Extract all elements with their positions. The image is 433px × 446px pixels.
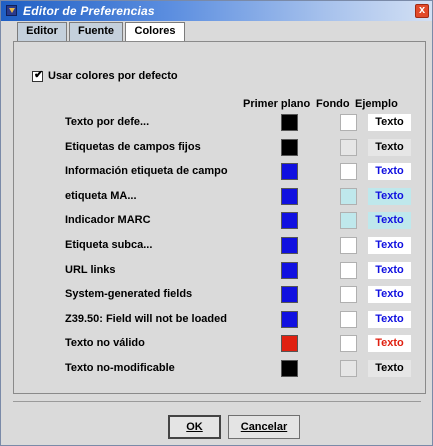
foreground-color-swatch[interactable] (281, 311, 298, 328)
background-color-swatch[interactable] (340, 139, 357, 156)
tab-fuente[interactable]: Fuente (69, 22, 123, 41)
example-text: Texto (368, 237, 411, 254)
color-row-label: Texto por defe... (65, 116, 150, 128)
foreground-color-swatch[interactable] (281, 163, 298, 180)
tab-colores[interactable]: Colores (125, 22, 185, 42)
preferences-dialog: Editor de Preferencias x Editor Fuente C… (0, 0, 433, 446)
example-text: Texto (368, 335, 411, 352)
foreground-color-swatch[interactable] (281, 188, 298, 205)
example-text: Texto (368, 360, 411, 377)
foreground-color-swatch[interactable] (281, 335, 298, 352)
foreground-color-swatch[interactable] (281, 139, 298, 156)
background-color-swatch[interactable] (340, 262, 357, 279)
background-color-swatch[interactable] (340, 163, 357, 180)
foreground-color-swatch[interactable] (281, 212, 298, 229)
example-text: Texto (368, 311, 411, 328)
title-bar[interactable]: Editor de Preferencias x (1, 1, 432, 21)
ok-button[interactable]: OK (168, 415, 221, 439)
example-text: Texto (368, 188, 411, 205)
foreground-color-swatch[interactable] (281, 237, 298, 254)
background-color-swatch[interactable] (340, 212, 357, 229)
tab-editor[interactable]: Editor (17, 22, 67, 41)
color-row-label: URL links (65, 264, 116, 276)
color-row-label: Texto no válido (65, 337, 145, 349)
example-text: Texto (368, 139, 411, 156)
background-color-swatch[interactable] (340, 311, 357, 328)
background-color-swatch[interactable] (340, 335, 357, 352)
example-text: Texto (368, 262, 411, 279)
foreground-color-swatch[interactable] (281, 114, 298, 131)
close-icon[interactable]: x (415, 4, 429, 18)
background-color-swatch[interactable] (340, 237, 357, 254)
color-row-label: Z39.50: Field will not be loaded (65, 313, 227, 325)
example-text: Texto (368, 163, 411, 180)
background-color-swatch[interactable] (340, 188, 357, 205)
cancel-button[interactable]: Cancelar (228, 415, 300, 439)
example-text: Texto (368, 286, 411, 303)
example-column-header: Ejemplo (355, 98, 398, 110)
check-mark-icon: ✔ (34, 69, 44, 81)
background-color-swatch[interactable] (340, 360, 357, 377)
color-row-label: Etiqueta subca... (65, 239, 153, 251)
use-default-colors-checkbox[interactable]: ✔ (32, 69, 44, 82)
foreground-color-swatch[interactable] (281, 262, 298, 279)
window-title: Editor de Preferencias (23, 4, 155, 18)
color-row-label: Indicador MARC (65, 214, 151, 226)
background-color-swatch[interactable] (340, 286, 357, 303)
color-row-label: etiqueta MA... (65, 190, 137, 202)
color-row-label: Información etiqueta de campo (65, 165, 228, 177)
foreground-column-header: Primer plano (243, 98, 311, 110)
color-row-label: Etiquetas de campos fijos (65, 141, 201, 153)
background-color-swatch[interactable] (340, 114, 357, 131)
foreground-color-swatch[interactable] (281, 286, 298, 303)
colors-panel: ✔ Usar colores por defecto Primer plano … (13, 41, 426, 394)
use-default-colors-label: Usar colores por defecto (48, 70, 178, 82)
separator (13, 401, 421, 402)
color-row-label: Texto no-modificable (65, 362, 175, 374)
example-text: Texto (368, 212, 411, 229)
background-column-header: Fondo (316, 98, 350, 110)
example-text: Texto (368, 114, 411, 131)
app-icon (6, 5, 17, 16)
color-row-label: System-generated fields (65, 288, 193, 300)
foreground-color-swatch[interactable] (281, 360, 298, 377)
